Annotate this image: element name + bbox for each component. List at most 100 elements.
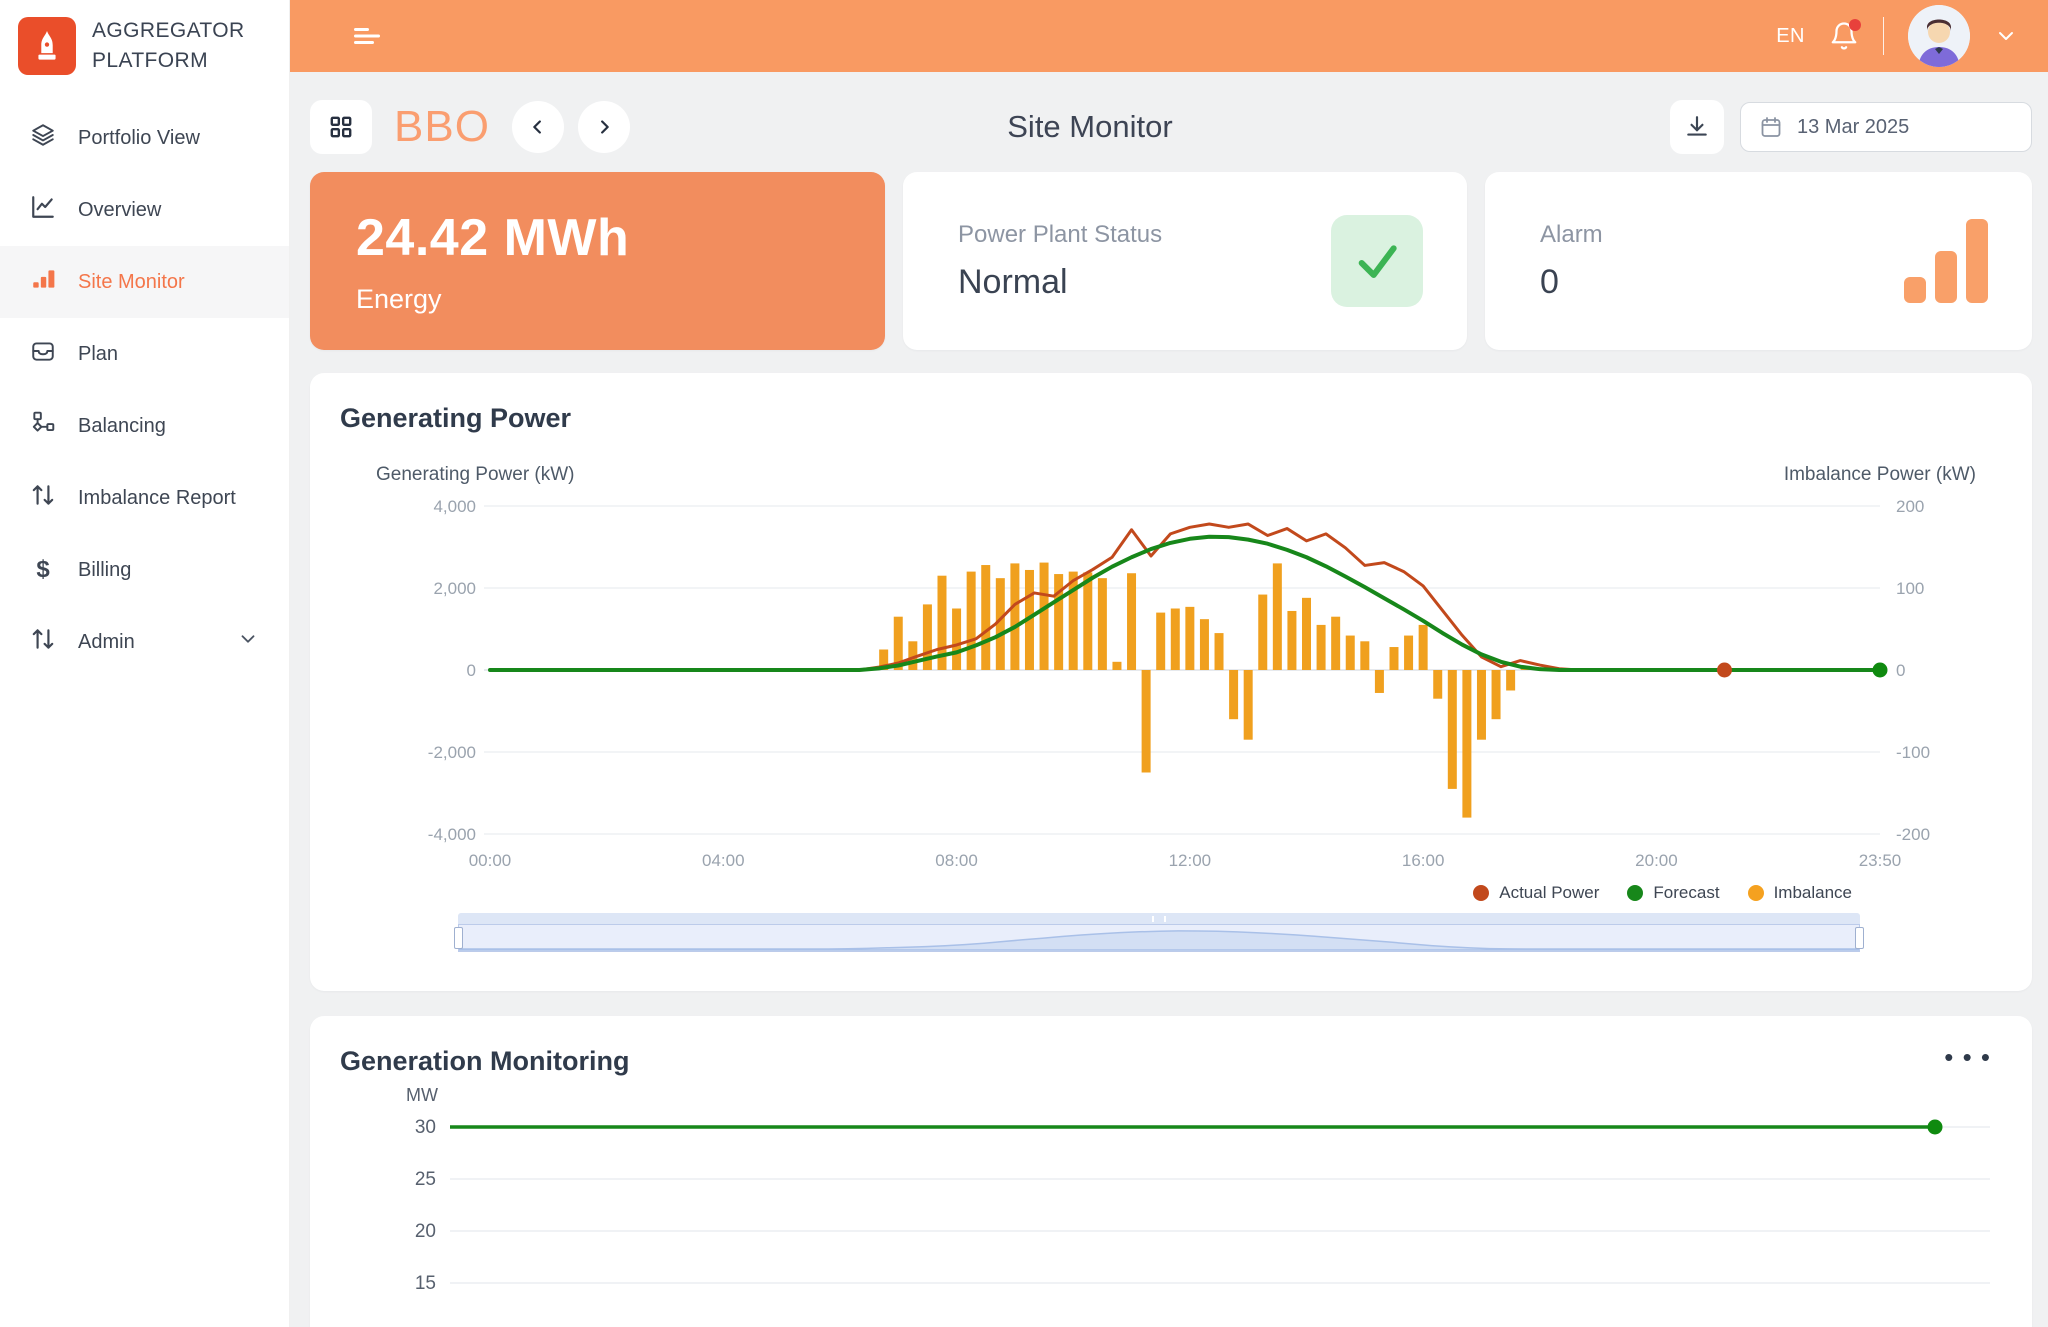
layers-icon (30, 122, 56, 154)
time-range-brush[interactable] (458, 913, 1860, 957)
svg-text:12:00: 12:00 (1169, 851, 1212, 870)
status-label: Power Plant Status (958, 221, 1162, 249)
svg-text:30: 30 (415, 1117, 436, 1138)
svg-text:00:00: 00:00 (469, 851, 512, 870)
dollar-icon: $ (30, 556, 56, 584)
brush-handle-left[interactable] (454, 927, 463, 949)
date-picker[interactable]: 13 Mar 2025 (1740, 102, 2032, 152)
arrows-up-down-icon (30, 626, 56, 658)
app-root: AGGREGATOR PLATFORM Portfolio View (0, 0, 2048, 1327)
topbar-divider (1883, 17, 1884, 55)
svg-text:200: 200 (1896, 497, 1924, 516)
brush-selection[interactable] (458, 924, 1860, 952)
sidebar-item-label: Billing (78, 559, 131, 582)
page-header: BBO Site Monitor (310, 94, 2032, 160)
site-code: BBO (394, 102, 490, 152)
sidebar-item-imbalance-report[interactable]: Imbalance Report (0, 462, 289, 534)
svg-text:4,000: 4,000 (433, 497, 476, 516)
svg-text:-100: -100 (1896, 743, 1930, 762)
sidebar-item-admin[interactable]: Admin (0, 606, 289, 678)
more-options-button[interactable]: • • • (1934, 1046, 2002, 1068)
content: BBO Site Monitor (290, 72, 2048, 1327)
brush-grip-icon[interactable] (1152, 916, 1166, 922)
legend-item-actual-power[interactable]: Actual Power (1473, 883, 1599, 903)
svg-text:-4,000: -4,000 (428, 825, 476, 844)
generating-power-chart: 4,0002002,00010000-2,000-100-4,000-20000… (340, 486, 2000, 876)
app-logo-row: AGGREGATOR PLATFORM (0, 0, 289, 90)
sidebar-item-balancing[interactable]: Balancing (0, 390, 289, 462)
imbalance-dot-icon (1748, 885, 1764, 901)
svg-text:08:00: 08:00 (935, 851, 978, 870)
sidebar-item-label: Portfolio View (78, 127, 200, 150)
generation-monitoring-card: Generation Monitoring • • • MW 30 25 20 15 (310, 1016, 2032, 1327)
sidebar-item-portfolio-view[interactable]: Portfolio View (0, 102, 289, 174)
svg-text:23:50: 23:50 (1859, 851, 1902, 870)
kpi-cards-row: 24.42 MWh Energy Power Plant Status Norm… (310, 172, 2032, 350)
generating-power-title: Generating Power (340, 403, 2002, 434)
notifications-bell-icon[interactable] (1829, 21, 1859, 51)
date-value: 13 Mar 2025 (1797, 116, 1909, 139)
topbar: EN (290, 0, 2048, 72)
alarm-card: Alarm 0 (1485, 172, 2032, 350)
download-button[interactable] (1670, 100, 1724, 154)
language-selector[interactable]: EN (1776, 25, 1805, 48)
main-column: EN (290, 0, 2048, 1327)
svg-text:20:00: 20:00 (1635, 851, 1678, 870)
menu-toggle-button[interactable] (336, 9, 398, 63)
generation-monitoring-chart: MW 30 25 20 15 (340, 1085, 2000, 1327)
svg-text:-2,000: -2,000 (428, 743, 476, 762)
brush-handle-right[interactable] (1855, 927, 1864, 949)
alarm-count: 0 (1540, 263, 1603, 302)
app-name: AGGREGATOR PLATFORM (92, 16, 245, 76)
user-avatar[interactable] (1908, 5, 1970, 67)
svg-text:04:00: 04:00 (702, 851, 745, 870)
line-chart-icon (30, 194, 56, 226)
power-plant-status-card: Power Plant Status Normal (903, 172, 1467, 350)
workflow-icon (30, 410, 56, 442)
chevron-down-icon (237, 628, 259, 656)
calendar-icon (1759, 115, 1783, 139)
inbox-icon (30, 338, 56, 370)
sidebar-item-label: Overview (78, 199, 161, 222)
sidebar-item-label: Balancing (78, 415, 166, 438)
alarm-bars-icon (1904, 219, 1988, 303)
generation-monitoring-title: Generation Monitoring (340, 1046, 630, 1077)
svg-text:0: 0 (1896, 661, 1905, 680)
arrows-up-down-icon (30, 482, 56, 514)
energy-label: Energy (356, 284, 839, 315)
right-axis-title: Imbalance Power (kW) (1784, 464, 1976, 486)
generating-power-card: Generating Power Generating Power (kW) I… (310, 373, 2032, 991)
sidebar-item-label: Plan (78, 343, 118, 366)
legend-item-forecast[interactable]: Forecast (1627, 883, 1719, 903)
sidebar-item-billing[interactable]: $ Billing (0, 534, 289, 606)
status-value: Normal (958, 263, 1162, 302)
sidebar-item-site-monitor[interactable]: Site Monitor (0, 246, 289, 318)
sidebar: AGGREGATOR PLATFORM Portfolio View (0, 0, 290, 1327)
energy-value: 24.42 MWh (356, 208, 839, 268)
energy-card: 24.42 MWh Energy (310, 172, 885, 350)
sidebar-nav: Portfolio View Overview (0, 102, 289, 678)
bar-chart-icon (30, 266, 56, 298)
sidebar-item-label: Admin (78, 631, 135, 654)
site-grid-button[interactable] (310, 100, 372, 154)
legend-item-imbalance[interactable]: Imbalance (1748, 883, 1852, 903)
notification-dot (1849, 19, 1861, 31)
svg-text:2,000: 2,000 (433, 579, 476, 598)
profile-chevron-down-icon[interactable] (1994, 24, 2018, 48)
svg-text:20: 20 (415, 1221, 436, 1242)
svg-text:16:00: 16:00 (1402, 851, 1445, 870)
chart-legend: Actual Power Forecast Imbalance (340, 883, 2002, 903)
app-logo-icon (18, 17, 76, 75)
svg-text:15: 15 (415, 1273, 436, 1294)
sidebar-item-label: Site Monitor (78, 271, 185, 294)
svg-text:-200: -200 (1896, 825, 1930, 844)
page-title: Site Monitor (510, 109, 1670, 145)
svg-text:25: 25 (415, 1169, 436, 1190)
sidebar-item-overview[interactable]: Overview (0, 174, 289, 246)
left-axis-title: Generating Power (kW) (376, 464, 575, 486)
svg-text:0: 0 (467, 661, 476, 680)
svg-text:MW: MW (406, 1085, 438, 1105)
forecast-dot-icon (1627, 885, 1643, 901)
sidebar-item-plan[interactable]: Plan (0, 318, 289, 390)
brush-minimap (459, 925, 1859, 951)
